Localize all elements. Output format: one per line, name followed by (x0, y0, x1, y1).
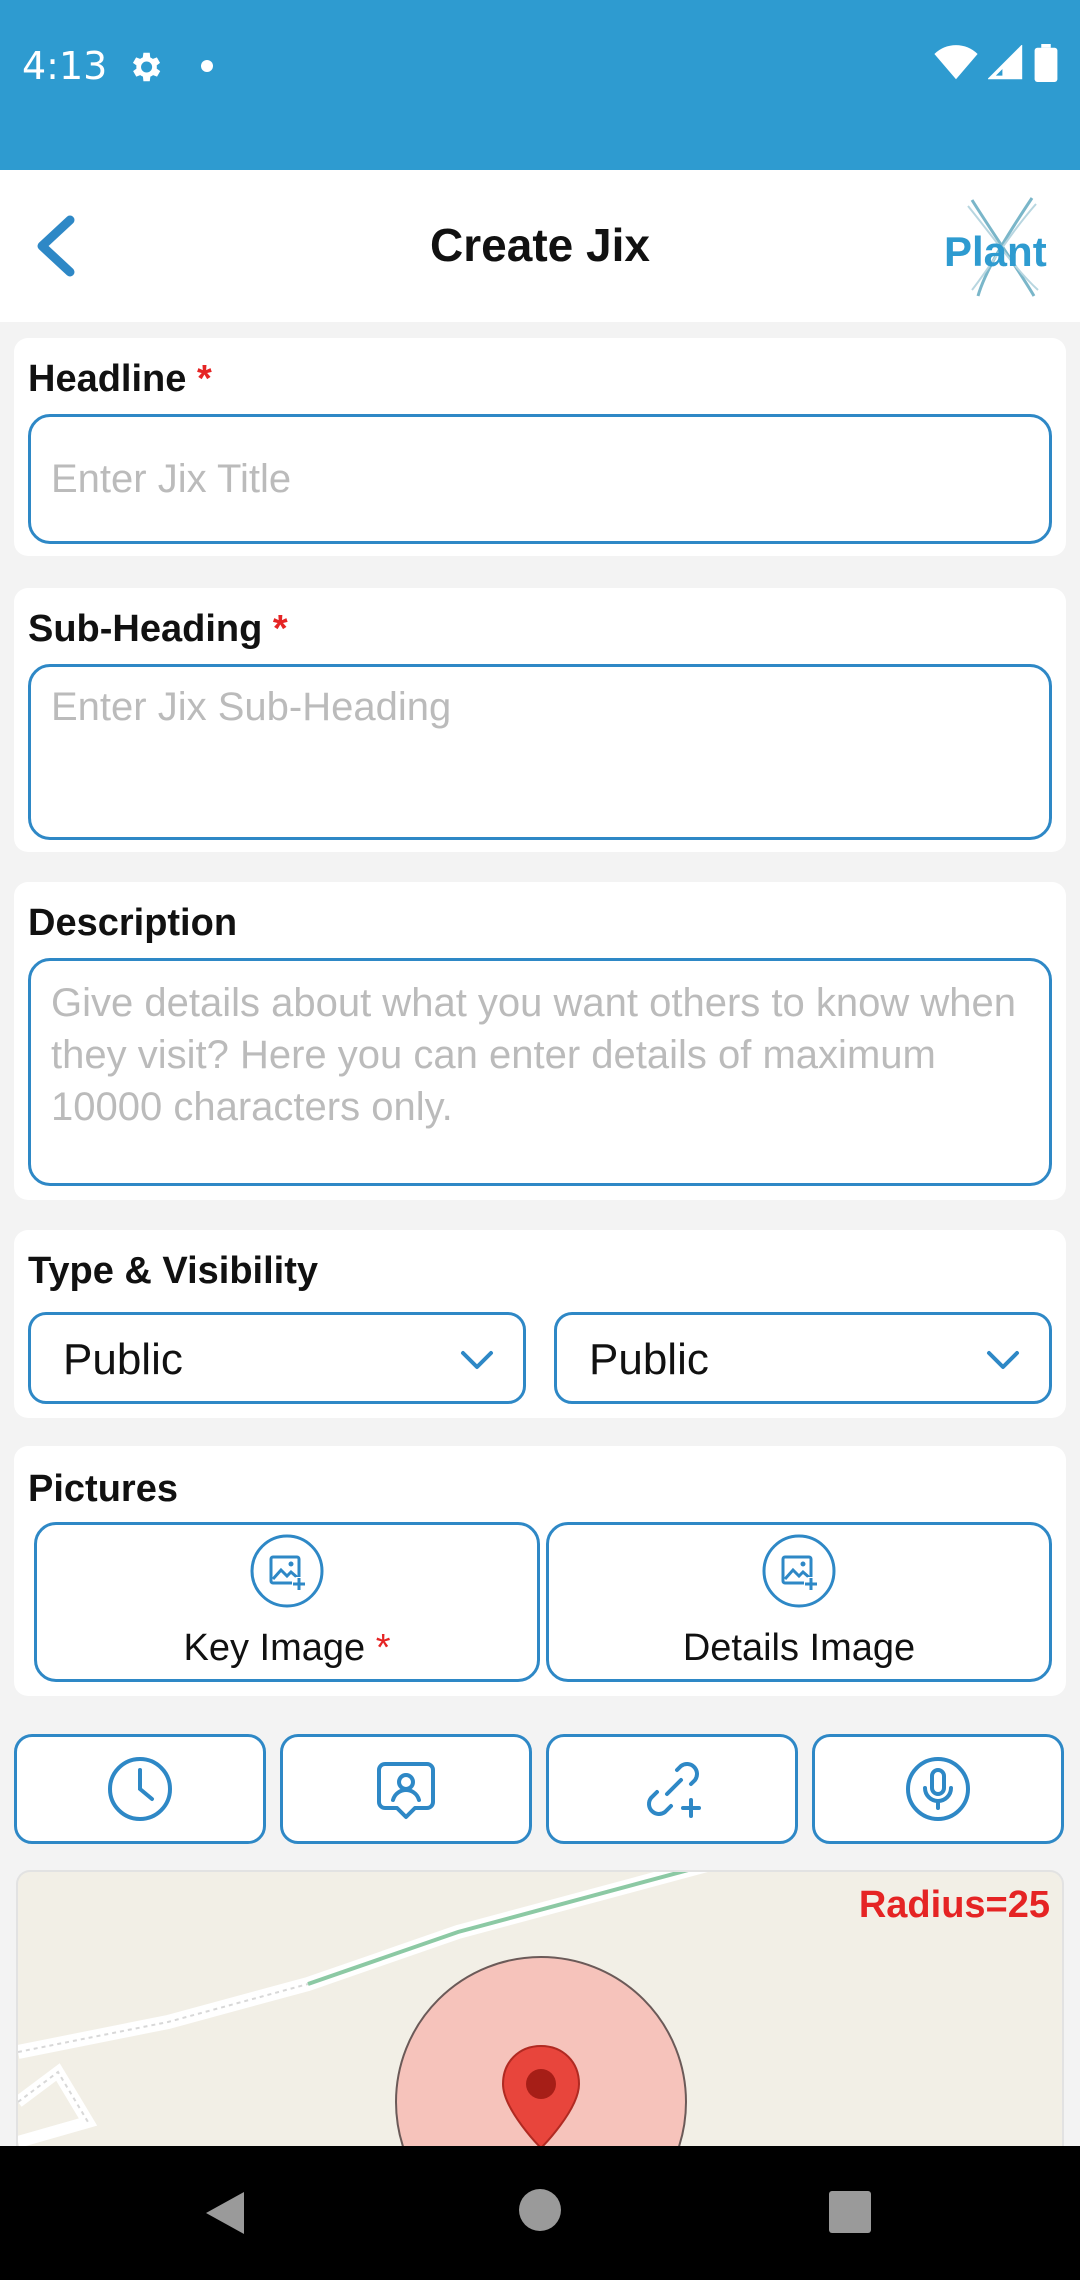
type-select[interactable]: Public (28, 1312, 526, 1404)
subheading-card: Sub-Heading * Enter Jix Sub-Heading (14, 588, 1066, 852)
link-add-icon (647, 1762, 701, 1818)
chevron-down-icon (987, 1351, 1019, 1369)
notification-dot-icon (201, 60, 213, 72)
location-pin-icon (501, 2044, 581, 2146)
key-image-button[interactable]: Key Image * (34, 1522, 540, 1682)
subheading-label: Sub-Heading * (28, 608, 288, 651)
headline-card: Headline * Enter Jix Title (14, 338, 1066, 556)
schedule-button[interactable] (14, 1734, 266, 1844)
contact-button[interactable] (280, 1734, 532, 1844)
add-image-icon (762, 1534, 836, 1608)
nav-home-icon[interactable] (518, 2188, 562, 2232)
key-image-label: Key Image * (37, 1627, 537, 1670)
visibility-select[interactable]: Public (554, 1312, 1052, 1404)
battery-icon (1034, 44, 1058, 82)
wifi-icon (934, 45, 978, 80)
status-icons (934, 44, 1058, 82)
type-select-value: Public (63, 1335, 183, 1384)
nav-recents-icon[interactable] (828, 2190, 872, 2234)
type-visibility-label: Type & Visibility (28, 1250, 319, 1292)
signal-icon (988, 45, 1023, 80)
chevron-down-icon (461, 1351, 493, 1369)
system-nav-bar (0, 2146, 1080, 2280)
add-image-icon (250, 1534, 324, 1608)
clock-icon (108, 1757, 172, 1821)
plantx-logo[interactable]: Plant (942, 192, 1060, 302)
microphone-icon (906, 1757, 970, 1821)
page-title: Create Jix (430, 219, 650, 271)
key-image-label-text: Key Image (183, 1627, 366, 1669)
contact-icon (377, 1762, 435, 1819)
pictures-card: Pictures Key Image * Details Image (14, 1446, 1066, 1696)
required-mark: * (196, 358, 212, 400)
voice-button[interactable] (812, 1734, 1064, 1844)
headline-input[interactable]: Enter Jix Title (28, 414, 1052, 544)
description-placeholder: Give details about what you want others … (51, 981, 1016, 1129)
visibility-select-value: Public (589, 1335, 709, 1384)
details-image-label: Details Image (682, 1627, 916, 1669)
location-map[interactable]: Radius=25 (16, 1870, 1064, 2146)
subheading-placeholder: Enter Jix Sub-Heading (51, 685, 452, 729)
headline-label: Headline * (28, 358, 212, 401)
details-image-button[interactable]: Details Image (546, 1522, 1052, 1682)
app-bar: Create Jix Plant (0, 170, 1080, 322)
logo-text: Plant (944, 228, 1047, 275)
settings-icon (132, 52, 161, 82)
required-mark: * (272, 608, 288, 650)
required-mark: * (375, 1627, 391, 1669)
pictures-label: Pictures (28, 1468, 178, 1510)
add-link-button[interactable] (546, 1734, 798, 1844)
radius-label: Radius=25 (858, 1884, 1050, 1926)
headline-placeholder: Enter Jix Title (51, 457, 292, 501)
status-time: 4:13 (22, 44, 108, 88)
description-card: Description Give details about what you … (14, 882, 1066, 1200)
description-label: Description (28, 902, 238, 944)
nav-back-icon[interactable] (200, 2188, 250, 2238)
subheading-input[interactable]: Enter Jix Sub-Heading (28, 664, 1052, 840)
subheading-label-text: Sub-Heading (28, 608, 263, 650)
status-bar: 4:13 (0, 0, 1080, 170)
type-visibility-card: Type & Visibility Public Public (14, 1230, 1066, 1418)
description-input[interactable]: Give details about what you want others … (28, 958, 1052, 1186)
headline-label-text: Headline (28, 358, 187, 400)
